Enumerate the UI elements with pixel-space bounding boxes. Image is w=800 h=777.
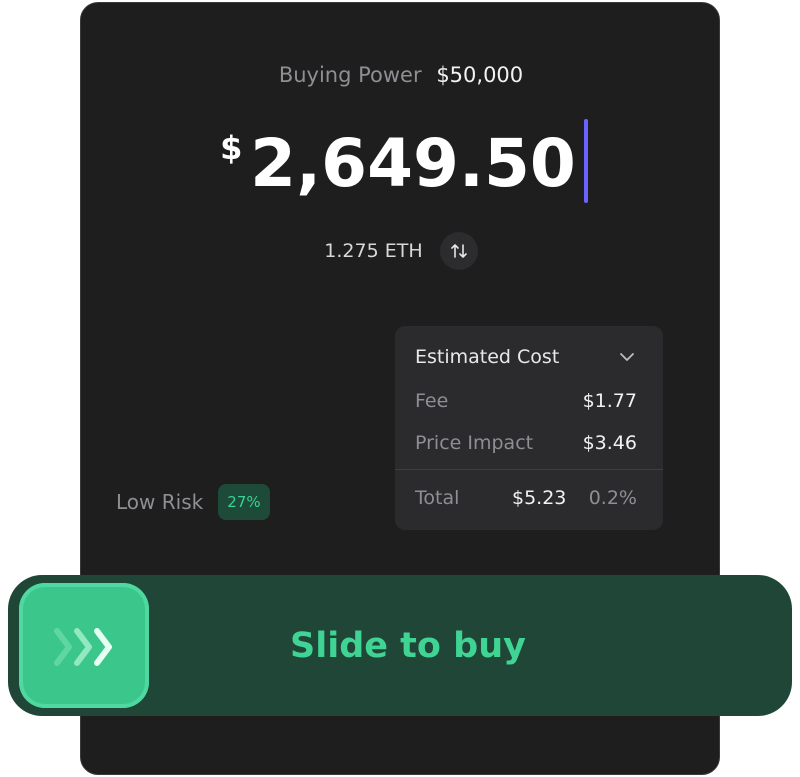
estimated-cost-title[interactable]: Estimated Cost <box>415 346 559 368</box>
risk-label: Low Risk <box>116 490 204 514</box>
fee-label: Fee <box>415 390 449 412</box>
risk-indicator: Low Risk 27% <box>116 483 270 521</box>
buying-power: Buying Power $50,000 <box>81 60 721 90</box>
currency-symbol: $ <box>220 129 243 167</box>
total-value: $5.23 <box>512 487 567 509</box>
eth-amount: 1.275 ETH <box>324 240 423 262</box>
text-caret <box>584 119 588 203</box>
price-impact-label: Price Impact <box>415 432 534 454</box>
price-impact-value: $3.46 <box>582 432 637 454</box>
total-row: Total $5.23 0.2% <box>415 485 637 511</box>
chevron-down-icon[interactable] <box>619 352 635 362</box>
triple-chevron-right-icon <box>54 628 112 666</box>
swap-units-button[interactable] <box>439 232 478 270</box>
price-impact-row: Price Impact $3.46 <box>415 430 637 456</box>
conversion-row: 1.275 ETH <box>81 232 721 270</box>
total-percent: 0.2% <box>588 487 637 509</box>
estimated-cost-card: Estimated Cost Fee $1.77 Price Impact $3… <box>395 326 663 530</box>
slide-to-buy-label: Slide to buy <box>290 626 526 666</box>
risk-badge: 27% <box>218 484 270 520</box>
amount-input[interactable]: $ 2,649.50 <box>81 121 721 207</box>
slider-handle[interactable] <box>19 583 149 708</box>
slide-to-buy-slider[interactable]: Slide to buy <box>8 575 792 716</box>
divider <box>395 469 663 470</box>
buying-power-label: Buying Power <box>278 63 422 87</box>
swap-vertical-icon <box>450 244 467 258</box>
buying-power-value: $50,000 <box>436 63 524 87</box>
amount-value[interactable]: 2,649.50 <box>250 125 576 202</box>
fee-row: Fee $1.77 <box>415 388 637 414</box>
fee-value: $1.77 <box>582 390 637 412</box>
total-label: Total <box>415 487 460 509</box>
